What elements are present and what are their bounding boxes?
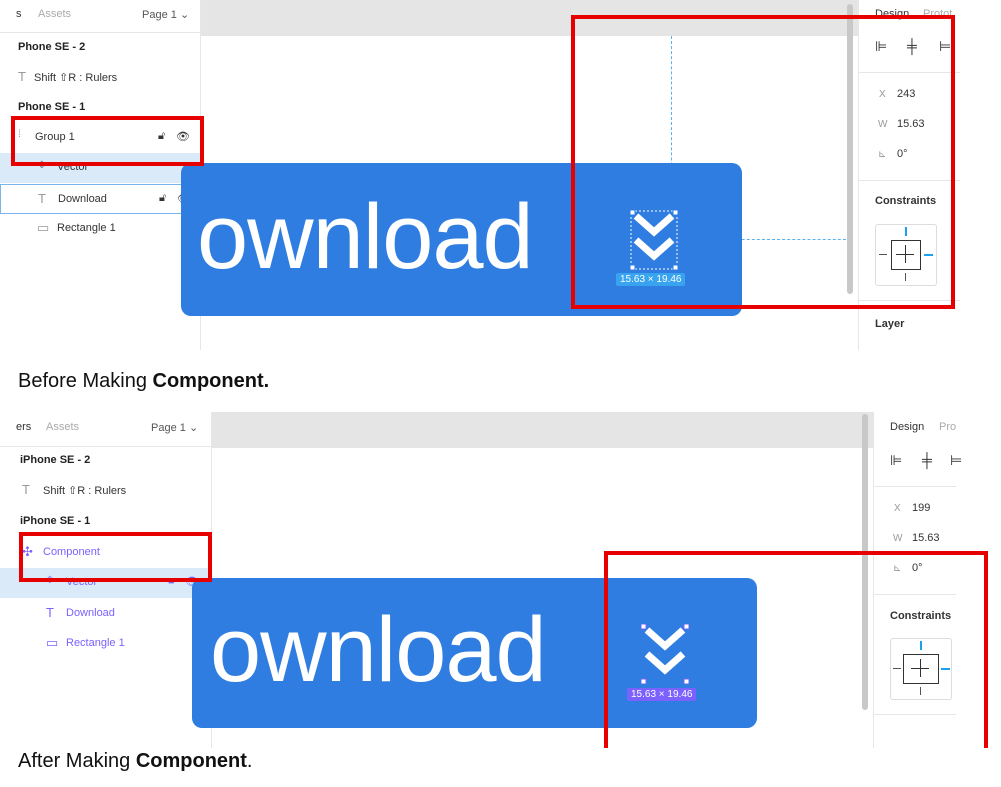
chevron-down-icon: ⌄ [188,422,199,434]
x-value[interactable]: 199 [912,502,930,514]
layer-label: Phone SE - 1 [18,101,86,113]
canvas-top-bar [212,412,873,448]
text-icon: T [38,191,46,206]
tab-layers[interactable]: s [16,8,22,20]
layer-text-download[interactable]: T Download [0,599,211,629]
caption-after: After Making Component. [18,750,252,773]
layer-text-rulers[interactable]: T Shift ⇧R : Rulers [0,476,211,506]
button-label: ownload [210,599,547,701]
layer-label: iPhone SE - 2 [20,454,91,466]
layer-heading: Layer [875,318,905,330]
x-label: X [894,503,901,514]
button-label: ownload [197,186,534,288]
chevron-down-icon: ⌄ [179,9,190,21]
align-right-icon[interactable]: ⊨ [950,452,962,469]
layer-label: iPhone SE - 1 [20,515,91,527]
page-selector-label: Page 1 [151,422,186,434]
text-icon: T [22,482,30,497]
caption-before: Before Making Component. [18,370,269,393]
caption-suffix: . [246,750,253,772]
caption-bold-text: Component. [152,370,270,392]
align-left-icon[interactable]: ⊫ [890,452,902,469]
layer-label: Shift ⇧R : Rulers [43,485,127,497]
layer-label: Shift ⇧R : Rulers [34,72,118,84]
text-icon: T [46,605,54,620]
layer-label: Rectangle 1 [66,637,125,649]
page-selector[interactable]: Page 1 ⌄ [142,8,189,21]
tab-layers[interactable]: ers [16,421,31,433]
tab-design[interactable]: Design [890,421,924,433]
tab-assets[interactable]: Assets [38,8,71,20]
layers-panel-header: s Assets Page 1 ⌄ [0,0,200,33]
divider [874,486,956,487]
w-value[interactable]: 15.63 [912,532,940,544]
before-screenshot: s Assets Page 1 ⌄ Phone SE - 2 T Shift ⇧R… [0,0,960,350]
layer-frame-iphone-se-2[interactable]: Phone SE - 2 [0,33,200,63]
highlight-box-icon [571,15,955,309]
after-screenshot: ers Assets Page 1 ⌄ iPhone SE - 2 T Shift… [0,412,990,748]
highlight-box-component [19,532,212,582]
layer-label: Rectangle 1 [57,222,116,234]
layer-label: Download [58,193,107,205]
layer-frame-iphone-se-2[interactable]: iPhone SE - 2 [0,446,211,476]
layer-rectangle-1[interactable]: ▭ Rectangle 1 [0,629,211,659]
unlock-icon[interactable]: 🔓︎ [159,192,166,205]
layers-panel-header: ers Assets Page 1 ⌄ [0,412,211,447]
caption-text: Before Making [18,370,153,392]
layers-panel: s Assets Page 1 ⌄ Phone SE - 2 T Shift ⇧R… [0,0,201,350]
layer-rectangle-1[interactable]: ▭ Rectangle 1 [0,214,200,244]
align-center-icon[interactable]: ╪ [922,452,932,468]
caption-text: After Making [18,750,136,772]
highlight-box-icon [604,551,988,748]
rectangle-icon: ▭ [37,220,50,235]
page-selector[interactable]: Page 1 ⌄ [151,421,198,434]
text-icon: T [18,69,26,84]
rectangle-icon: ▭ [46,635,59,650]
tab-prototype[interactable]: Pro [939,421,956,433]
layer-label: Phone SE - 2 [18,41,86,53]
tab-assets[interactable]: Assets [46,421,79,433]
layer-text-rulers[interactable]: T Shift ⇧R : Rulers [0,63,200,93]
layer-text-download[interactable]: TDownload🔓︎👁︎ [0,184,200,214]
page-selector-label: Page 1 [142,9,177,21]
w-label: W [893,533,903,544]
layer-label: Download [66,607,115,619]
caption-bold-text: Component [135,750,247,772]
highlight-box-group [11,116,204,166]
